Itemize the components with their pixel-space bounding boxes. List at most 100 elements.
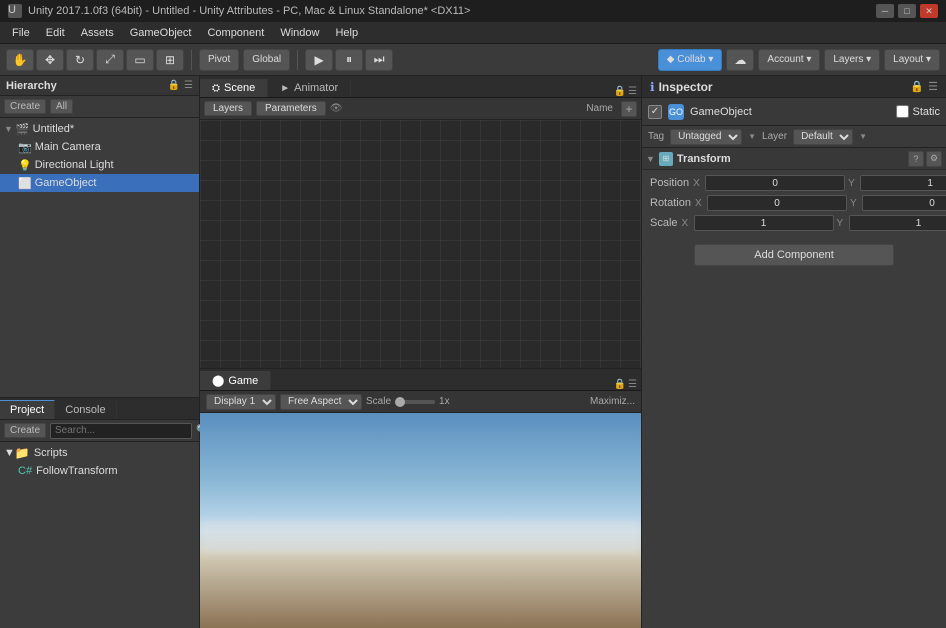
animator-tab-label: Animator <box>294 82 338 94</box>
add-layer-button[interactable]: + <box>621 101 637 117</box>
position-row: Position X Y Z <box>642 173 946 193</box>
rect-tool[interactable]: ▭ <box>126 49 154 71</box>
hand-tool[interactable]: ✋ <box>6 49 34 71</box>
transform-arrow: ▼ <box>646 154 655 164</box>
maximize-button[interactable]: □ <box>898 4 916 18</box>
pos-x-input[interactable] <box>705 175 845 191</box>
sca-y-input[interactable] <box>849 215 946 231</box>
layers-button[interactable]: Layers ▾ <box>824 49 880 71</box>
hierarchy-item-scene[interactable]: ▼ 🎬 Untitled* <box>0 120 199 138</box>
hierarchy-lock[interactable]: 🔒 <box>168 80 180 91</box>
scale-slider[interactable] <box>395 400 435 404</box>
project-search-input[interactable] <box>50 423 192 439</box>
gameobject-active-checkbox[interactable] <box>648 105 662 119</box>
project-item-followtransform[interactable]: C# FollowTransform <box>0 462 199 480</box>
transform-ref-btn[interactable]: ? <box>908 151 924 167</box>
camera-icon: 📷 <box>18 141 32 154</box>
view-menu-icon[interactable]: ☰ <box>628 86 637 97</box>
hierarchy-item-maincamera[interactable]: 📷 Main Camera <box>0 138 199 156</box>
static-label: Static <box>912 106 940 118</box>
scale-tool[interactable]: ⤢ <box>96 49 124 71</box>
name-col-label: Name <box>582 103 617 114</box>
menu-gameobject[interactable]: GameObject <box>122 25 200 41</box>
hierarchy-all-button[interactable]: All <box>50 99 73 114</box>
add-component-button[interactable]: Add Component <box>694 244 894 266</box>
pos-x-letter: X <box>693 178 703 189</box>
minimize-button[interactable]: ─ <box>876 4 894 18</box>
hierarchy-item-gameobject[interactable]: ⬜ GameObject <box>0 174 199 192</box>
scene-viewport[interactable] <box>200 120 641 368</box>
global-button[interactable]: Global <box>243 49 290 71</box>
view-lock-icon[interactable]: 🔒 <box>614 86 626 97</box>
play-button[interactable]: ▶ <box>305 49 333 71</box>
sca-x-input[interactable] <box>694 215 834 231</box>
aspect-select[interactable]: Free Aspect <box>280 394 362 410</box>
static-checkbox[interactable] <box>896 105 909 118</box>
layer-dropdown-icon: ▼ <box>859 132 867 141</box>
project-items: ▼ 📁 Scripts C# FollowTransform <box>0 442 199 628</box>
menu-edit[interactable]: Edit <box>38 25 73 41</box>
rotate-tool[interactable]: ↻ <box>66 49 94 71</box>
scale-handle[interactable] <box>395 397 405 407</box>
collab-button[interactable]: ◆ Collab ▾ <box>658 49 723 71</box>
tab-project[interactable]: Project <box>0 400 55 419</box>
account-button[interactable]: Account ▾ <box>758 49 820 71</box>
light-label: Directional Light <box>35 159 114 171</box>
project-item-scripts[interactable]: ▼ 📁 Scripts <box>0 444 199 462</box>
game-render <box>200 413 641 628</box>
pause-button[interactable]: ⏸ <box>335 49 363 71</box>
tab-scene[interactable]: ⛭ Scene <box>200 79 268 97</box>
menu-bar: File Edit Assets GameObject Component Wi… <box>0 22 946 44</box>
animator-tab-icon: ► <box>280 83 290 94</box>
game-menu-icon[interactable]: ☰ <box>628 379 637 390</box>
layers-tab[interactable]: Layers <box>204 101 252 116</box>
pos-y-letter: Y <box>848 178 858 189</box>
multi-tool[interactable]: ⊞ <box>156 49 184 71</box>
parameters-tab[interactable]: Parameters <box>256 101 326 116</box>
followtransform-label: FollowTransform <box>36 465 118 477</box>
tab-animator[interactable]: ► Animator <box>268 79 351 97</box>
tab-game[interactable]: ⬤ Game <box>200 371 271 390</box>
scale-field-label: Scale <box>650 217 678 229</box>
layout-button[interactable]: Layout ▾ <box>884 49 940 71</box>
step-button[interactable]: ⏭ <box>365 49 393 71</box>
tag-select[interactable]: Untagged <box>670 129 742 145</box>
anim-eye-icon[interactable]: 👁 <box>330 103 343 114</box>
inspector-lock-icon[interactable]: 🔒 <box>910 80 924 93</box>
game-view-tabs: ⬤ Game 🔒 ☰ <box>200 369 641 391</box>
center-panel: ⛭ Scene ► Animator 🔒 ☰ Layers Parameters… <box>200 76 641 628</box>
pos-y-input[interactable] <box>860 175 946 191</box>
move-tool[interactable]: ✥ <box>36 49 64 71</box>
inspector-panel: ℹ Inspector 🔒 ☰ GO GameObject Static Tag… <box>641 76 946 628</box>
menu-component[interactable]: Component <box>199 25 272 41</box>
menu-assets[interactable]: Assets <box>73 25 122 41</box>
hierarchy-item-directionallight[interactable]: 💡 Directional Light <box>0 156 199 174</box>
layer-select[interactable]: Default <box>793 129 853 145</box>
game-lock-icon[interactable]: 🔒 <box>614 379 626 390</box>
gameobject-name[interactable]: GameObject <box>690 106 890 118</box>
hierarchy-menu[interactable]: ☰ <box>184 80 193 91</box>
menu-help[interactable]: Help <box>327 25 366 41</box>
menu-file[interactable]: File <box>4 25 38 41</box>
maximize-label: Maximiz... <box>590 396 635 407</box>
scripts-label: Scripts <box>34 447 68 459</box>
inspector-menu-icon[interactable]: ☰ <box>928 80 938 93</box>
title-bar: U Unity 2017.1.0f3 (64bit) - Untitled - … <box>0 0 946 22</box>
tag-label: Tag <box>648 131 664 142</box>
tab-console[interactable]: Console <box>55 401 116 419</box>
game-tab-label: Game <box>228 375 258 387</box>
view-tabs: ⛭ Scene ► Animator 🔒 ☰ <box>200 76 641 98</box>
hierarchy-create-button[interactable]: Create <box>4 99 46 114</box>
project-create-button[interactable]: Create <box>4 423 46 438</box>
close-button[interactable]: ✕ <box>920 4 938 18</box>
display-select[interactable]: Display 1 <box>206 394 276 410</box>
rot-y-input[interactable] <box>862 195 946 211</box>
cloud-button[interactable]: ☁ <box>726 49 754 71</box>
menu-window[interactable]: Window <box>272 25 327 41</box>
transform-settings-btn[interactable]: ⚙ <box>926 151 942 167</box>
scene-arrow: ▼ <box>4 124 13 134</box>
rot-x-input[interactable] <box>707 195 847 211</box>
go-icon-hier: ⬜ <box>18 177 32 190</box>
transform-component-header[interactable]: ▼ ⊞ Transform ? ⚙ <box>642 148 946 170</box>
pivot-button[interactable]: Pivot <box>199 49 239 71</box>
